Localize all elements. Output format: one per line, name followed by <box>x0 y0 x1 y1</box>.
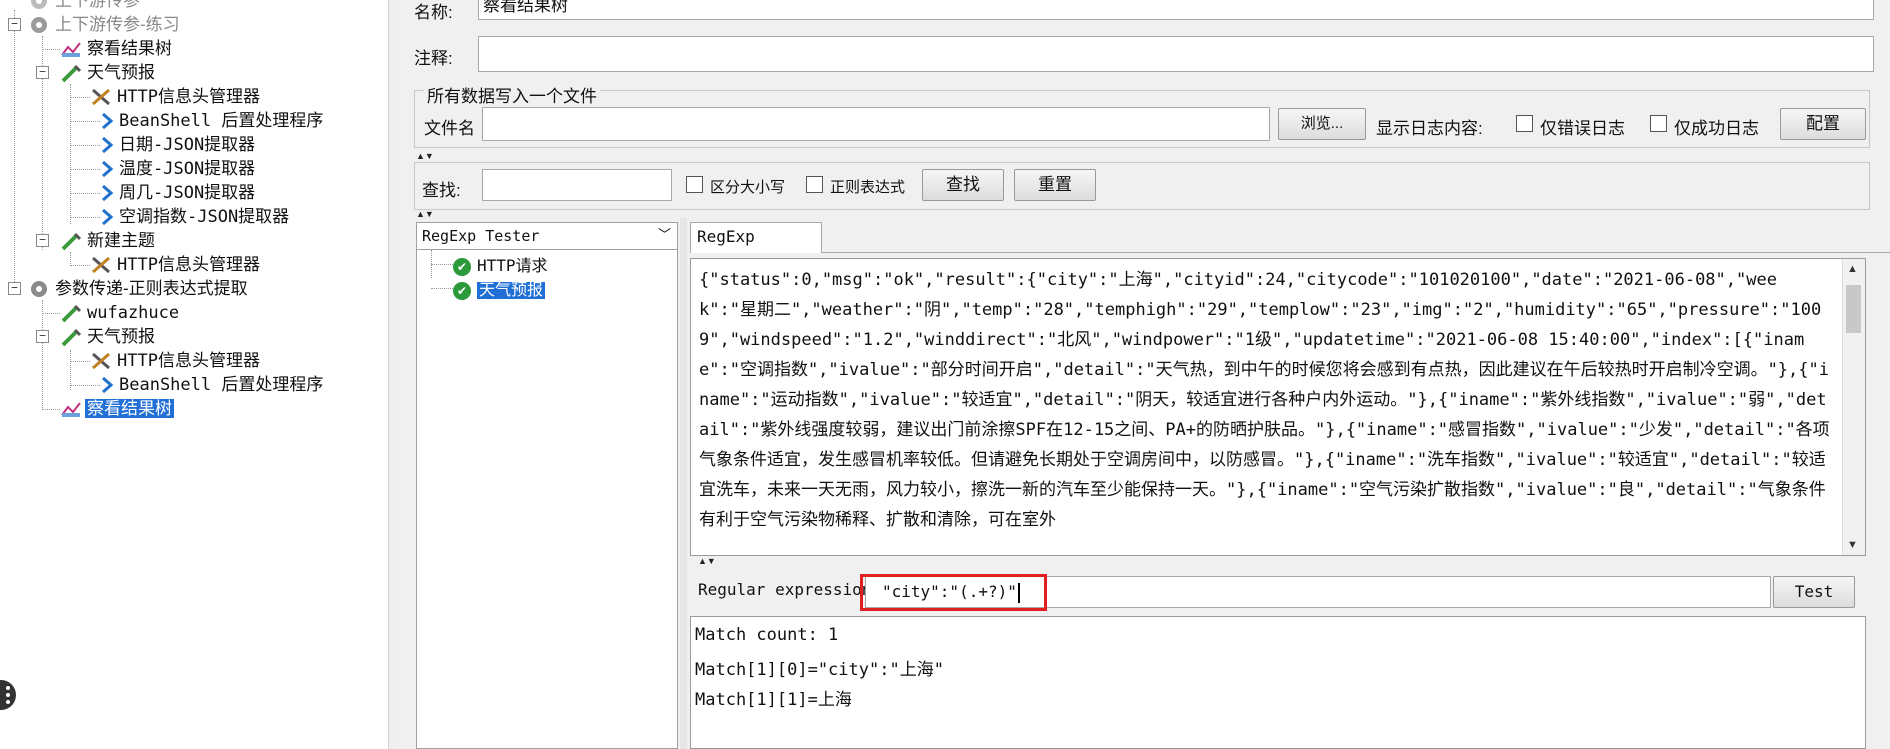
wrench-icon <box>90 87 112 107</box>
success-check-icon: ✔ <box>453 257 471 276</box>
tree-node-sampler[interactable]: wufazhuce <box>60 300 181 324</box>
tree-node-postprocessor[interactable]: 日期-JSON提取器 <box>100 132 257 156</box>
tree-node-listener-selected[interactable]: 察看结果树 <box>60 396 174 420</box>
pipette-icon <box>60 231 82 251</box>
tree-node-postprocessor[interactable]: BeanShell 后置处理程序 <box>100 372 325 396</box>
log-display-label: 显示日志内容: <box>1376 119 1483 138</box>
case-sensitive-label: 区分大小写 <box>710 179 786 196</box>
tab-strip <box>690 222 1890 253</box>
gear-icon <box>28 279 50 299</box>
success-only-label: 仅成功日志 <box>1674 119 1759 138</box>
test-button[interactable]: Test <box>1773 576 1855 608</box>
sample-result-tree[interactable]: ✔ HTTP请求 ✔ 天气预报 <box>416 250 678 749</box>
collapse-toggle[interactable]: − <box>36 330 49 343</box>
scroll-up-icon[interactable]: ▲ <box>1847 263 1858 275</box>
chevron-down-icon: ﹀ <box>657 228 671 243</box>
find-button[interactable]: 查找 <box>922 169 1004 201</box>
tree-node-config[interactable]: HTTP信息头管理器 <box>90 252 262 276</box>
collapse-toggle[interactable]: − <box>36 234 49 247</box>
tree-node-config[interactable]: HTTP信息头管理器 <box>90 348 262 372</box>
pipette-icon <box>60 303 82 323</box>
regex-checkbox[interactable] <box>806 176 823 193</box>
configure-button[interactable]: 配置 <box>1780 108 1866 140</box>
tree-node-listener[interactable]: 察看结果树 <box>60 36 174 60</box>
splitter-arrows[interactable]: ▲▼ <box>416 152 434 161</box>
match-result-area[interactable]: Match count: 1 Match[1][0]="city":"上海" M… <box>690 616 1866 749</box>
splitter-arrows[interactable]: ▲▼ <box>698 557 716 566</box>
response-data-area[interactable]: {"status":0,"msg":"ok","result":{"city":… <box>690 258 1866 556</box>
more-options-button[interactable] <box>0 680 16 710</box>
sample-item[interactable]: ✔ HTTP请求 <box>453 252 548 276</box>
tree-node-thread-group[interactable]: 参数传递-正则表达式提取 <box>28 276 250 300</box>
errors-only-checkbox[interactable] <box>1516 115 1533 132</box>
collapse-toggle[interactable]: − <box>36 66 49 79</box>
regex-label: Regular expression: <box>698 580 882 599</box>
comment-label: 注释: <box>414 49 453 68</box>
results-splitter[interactable] <box>680 218 687 749</box>
vertical-scrollbar[interactable]: ▲ ▼ <box>1842 259 1865 555</box>
highlight-annotation-box <box>860 574 1047 611</box>
renderer-select[interactable]: RegExp Tester ﹀ <box>416 222 678 250</box>
graph-icon <box>60 39 82 59</box>
success-check-icon: ✔ <box>453 281 471 300</box>
splitter-arrows[interactable]: ▲▼ <box>416 210 434 219</box>
comment-field[interactable] <box>478 36 1874 72</box>
arrow-icon <box>100 207 114 227</box>
match-line: Match[1][1]=上海 <box>695 690 852 710</box>
sample-item-selected[interactable]: ✔ 天气预报 <box>453 276 546 300</box>
tab-regexp-tester[interactable]: RegExp Tester <box>690 222 822 274</box>
tree-node-postprocessor[interactable]: 空调指数-JSON提取器 <box>100 204 291 228</box>
collapse-toggle[interactable]: − <box>8 282 21 295</box>
gear-icon <box>28 0 50 11</box>
wrench-icon <box>90 351 112 371</box>
gear-icon <box>28 15 50 35</box>
arrow-icon <box>100 111 114 131</box>
wrench-icon <box>90 255 112 275</box>
tree-node-thread-group[interactable]: 上下游传参-练习 <box>28 12 182 36</box>
case-sensitive-checkbox[interactable] <box>686 176 703 193</box>
tree-node-sampler[interactable]: 天气预报 <box>60 60 157 84</box>
tree-node-postprocessor[interactable]: 周几-JSON提取器 <box>100 180 257 204</box>
match-line: Match count: 1 <box>695 625 839 645</box>
reset-button[interactable]: 重置 <box>1014 169 1096 201</box>
browse-button[interactable]: 浏览... <box>1278 108 1366 140</box>
search-label: 查找: <box>422 181 461 200</box>
collapse-toggle[interactable]: − <box>8 18 21 31</box>
pipette-icon <box>60 63 82 83</box>
pipette-icon <box>60 327 82 347</box>
errors-only-label: 仅错误日志 <box>1540 119 1625 138</box>
arrow-icon <box>100 135 114 155</box>
arrow-icon <box>100 183 114 203</box>
tree-node-thread-group[interactable]: 上下游传参 <box>28 0 142 12</box>
tree-node-sampler[interactable]: 天气预报 <box>60 324 157 348</box>
filename-field[interactable] <box>482 107 1270 141</box>
tree-node-sampler[interactable]: 新建主题 <box>60 228 157 252</box>
test-plan-tree[interactable]: − − − − − 上下游传参 上下游传参-练习 察看结果树 天气预报 HTTP… <box>0 0 388 749</box>
name-label: 名称: <box>414 3 453 22</box>
tree-node-config[interactable]: HTTP信息头管理器 <box>90 84 262 108</box>
graph-icon <box>60 399 82 419</box>
file-group-title: 所有数据写入一个文件 <box>424 82 600 107</box>
success-only-checkbox[interactable] <box>1650 115 1667 132</box>
match-line: Match[1][0]="city":"上海" <box>695 660 944 680</box>
tree-node-postprocessor[interactable]: 温度-JSON提取器 <box>100 156 257 180</box>
arrow-icon <box>100 159 114 179</box>
arrow-icon <box>100 375 114 395</box>
response-body-text: {"status":0,"msg":"ok","result":{"city":… <box>699 270 1830 530</box>
search-input[interactable] <box>482 169 672 201</box>
regex-checkbox-label: 正则表达式 <box>830 179 906 196</box>
filename-label: 文件名 <box>424 119 475 138</box>
scrollbar-thumb[interactable] <box>1846 285 1861 333</box>
name-field[interactable]: 察看结果树 <box>478 0 1874 20</box>
scroll-down-icon[interactable]: ▼ <box>1847 539 1858 551</box>
tree-node-postprocessor[interactable]: BeanShell 后置处理程序 <box>100 108 325 132</box>
